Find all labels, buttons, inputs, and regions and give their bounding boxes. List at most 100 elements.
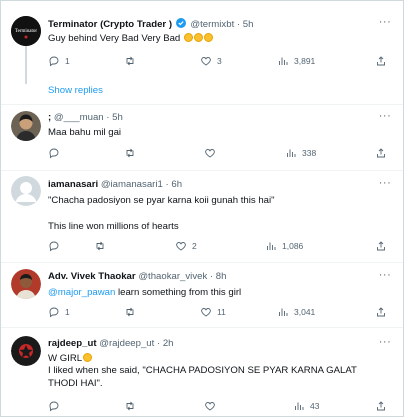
mention-link[interactable]: @major_pawan: [48, 287, 115, 298]
like-button[interactable]: 3: [200, 55, 222, 67]
tweet-thaokar-vivek[interactable]: Adv. Vivek Thaokar @thaokar_vivek · 8h ·…: [1, 262, 403, 328]
tweet-text-content: learn something from this girl: [115, 287, 242, 298]
heart-icon: [201, 57, 211, 66]
reply-count: 1: [65, 56, 70, 66]
reply-button[interactable]: [48, 240, 65, 252]
heart-icon: [205, 402, 215, 411]
retweet-button[interactable]: [94, 240, 111, 252]
tweet-header: ; @___muan · 5h: [48, 112, 373, 123]
share-button[interactable]: [375, 400, 387, 412]
avatar[interactable]: [11, 336, 41, 366]
share-button[interactable]: [375, 306, 387, 318]
handle[interactable]: @iamanasari1: [101, 179, 163, 190]
tweet-actions: 43: [48, 400, 393, 414]
thread-line: [25, 46, 27, 84]
views-button[interactable]: 3,041: [277, 306, 315, 318]
avatar[interactable]: [11, 176, 41, 206]
reply-button[interactable]: 1: [48, 306, 70, 318]
tweet-rajdeep-ut[interactable]: rajdeep_ut @rajdeep_ut · 2h ··· W GIRL I…: [1, 327, 403, 416]
share-icon: [377, 241, 385, 251]
emoji-icon: [83, 353, 93, 362]
tweet-actions: 2 1,086: [48, 240, 393, 254]
retweet-button[interactable]: [124, 306, 141, 318]
view-count: 3,891: [294, 56, 316, 66]
share-icon: [377, 307, 385, 317]
more-options-icon[interactable]: ···: [377, 336, 393, 348]
tweet-header: iamanasari @iamanasari1 · 6h: [48, 179, 373, 190]
display-name[interactable]: ;: [48, 112, 51, 123]
avatar[interactable]: [11, 269, 41, 299]
more-options-icon[interactable]: ···: [377, 16, 393, 28]
share-button[interactable]: [375, 240, 387, 252]
share-button[interactable]: [375, 55, 387, 67]
timestamp[interactable]: 8h: [216, 271, 227, 282]
reply-count: 1: [65, 307, 70, 317]
share-icon: [377, 148, 385, 158]
tweet-muan[interactable]: ; @___muan · 5h ··· Maa bahu mil gai 338: [1, 104, 403, 171]
reply-icon: [49, 56, 59, 67]
more-options-icon[interactable]: ···: [377, 269, 393, 281]
heart-icon: [205, 149, 215, 158]
share-icon: [377, 56, 385, 66]
retweet-icon: [96, 241, 104, 251]
display-name[interactable]: iamanasari: [48, 179, 98, 190]
more-options-icon[interactable]: ···: [377, 110, 393, 122]
tweet-termixbt[interactable]: Terminator Terminator (Crypto Trader ) @…: [1, 1, 403, 105]
reply-icon: [49, 241, 59, 252]
retweet-button[interactable]: [124, 400, 141, 412]
views-icon: [267, 242, 276, 250]
handle[interactable]: @___muan: [54, 112, 104, 123]
verified-badge-icon: [175, 18, 186, 31]
like-button[interactable]: 11: [200, 306, 226, 318]
view-count: 1,086: [282, 241, 304, 251]
more-options-icon[interactable]: ···: [377, 177, 393, 189]
reply-button[interactable]: [48, 400, 65, 412]
tweet-actions: 1 3 3,891: [48, 55, 393, 69]
handle[interactable]: @rajdeep_ut: [99, 338, 154, 349]
tweet-text-line-2: This line won millions of hearts: [48, 221, 179, 232]
handle[interactable]: @termixbt: [190, 19, 234, 30]
like-button[interactable]: 2: [175, 240, 197, 252]
reply-button[interactable]: 1: [48, 55, 70, 67]
show-replies-link[interactable]: Show replies: [48, 85, 103, 96]
tweet-text-content: W GIRL: [48, 353, 83, 364]
rofl-emoji-icon: [193, 33, 203, 42]
retweet-icon: [126, 307, 134, 317]
share-button[interactable]: [375, 147, 387, 159]
timestamp[interactable]: 5h: [112, 112, 123, 123]
like-button[interactable]: [204, 147, 221, 159]
avatar-text: Terminator: [15, 29, 37, 34]
rofl-emoji-icon: [203, 33, 213, 42]
separator-dot: ·: [165, 179, 169, 190]
view-count: 43: [310, 401, 320, 411]
timestamp[interactable]: 2h: [163, 338, 174, 349]
display-name[interactable]: Terminator (Crypto Trader ): [48, 19, 172, 30]
views-icon: [287, 149, 296, 157]
timestamp[interactable]: 5h: [243, 19, 254, 30]
like-count: 11: [217, 307, 226, 317]
like-count: 2: [192, 241, 197, 251]
like-count: 3: [217, 56, 222, 66]
heart-icon: [201, 308, 211, 317]
avatar[interactable]: Terminator: [11, 16, 41, 46]
views-button[interactable]: 338: [285, 147, 316, 159]
separator-dot: ·: [106, 112, 110, 123]
avatar[interactable]: [11, 111, 41, 141]
tweet-iamanasari[interactable]: iamanasari @iamanasari1 · 6h ··· "Chacha…: [1, 170, 403, 263]
display-name[interactable]: rajdeep_ut: [48, 338, 97, 349]
retweet-button[interactable]: [124, 55, 141, 67]
like-button[interactable]: [204, 400, 221, 412]
reply-button[interactable]: [48, 147, 65, 159]
handle[interactable]: @thaokar_vivek: [138, 271, 207, 282]
display-name[interactable]: Adv. Vivek Thaokar: [48, 271, 136, 282]
replies-timeline: Terminator Terminator (Crypto Trader ) @…: [0, 0, 404, 417]
views-button[interactable]: 43: [293, 400, 319, 412]
views-icon: [295, 402, 304, 410]
views-button[interactable]: 1,086: [265, 240, 303, 252]
tweet-text-line-2: I liked when she said, "CHACHA PADOSIYON…: [48, 365, 357, 389]
retweet-button[interactable]: [124, 147, 141, 159]
view-count: 3,041: [294, 307, 316, 317]
timestamp[interactable]: 6h: [171, 179, 182, 190]
views-button[interactable]: 3,891: [277, 55, 315, 67]
views-icon: [279, 57, 288, 65]
